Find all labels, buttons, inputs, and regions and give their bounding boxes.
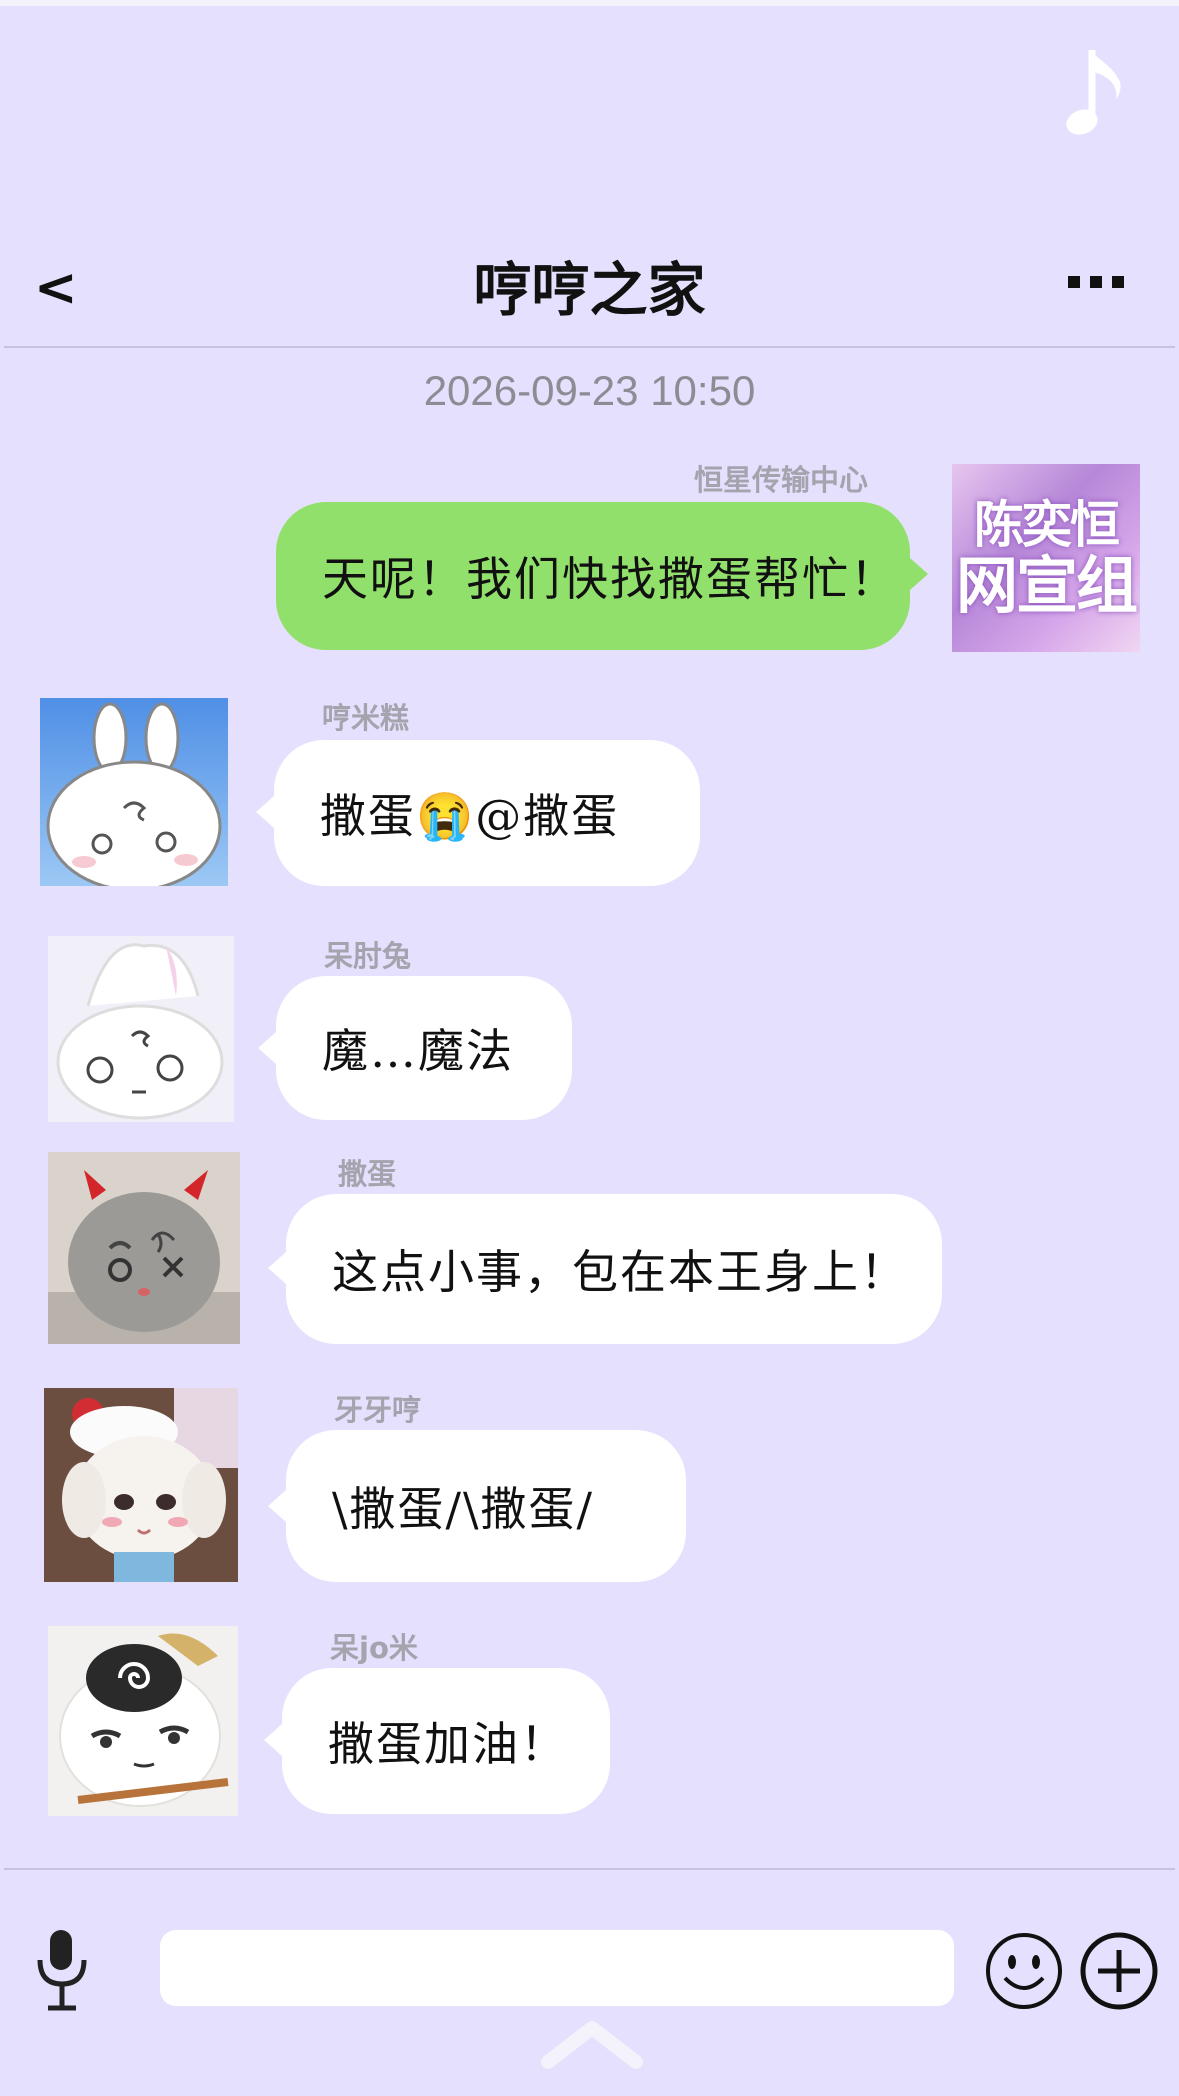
sender-name: 呆肘兔 [324,939,412,973]
composer-divider [4,1868,1175,1870]
poster-text-line1: 陈奕恒 [974,495,1120,554]
message-text: 天呢！我们快找撒蛋帮忙！ [322,552,898,606]
plus-circle-icon[interactable] [1080,1932,1158,2010]
sender-name: 牙牙哼 [334,1393,422,1427]
message-bubble-received[interactable]: 这点小事，包在本王身上！ [286,1194,942,1344]
sender-name: 哼米糕 [322,701,410,735]
bubble-tail [264,1724,282,1756]
dot-icon [1068,276,1080,288]
message-text: 撒蛋加油！ [328,1717,568,1771]
status-bar-strip [0,0,1179,6]
message-text: 魔…魔法 [322,1024,514,1078]
poster-text-line2: 网宣组 [955,549,1138,622]
bubble-tail [910,558,928,590]
smiley-icon[interactable] [985,1932,1063,2010]
more-options-button[interactable] [1068,270,1126,294]
message-timestamp: 2026-09-23 10:50 [423,367,756,414]
message-bubble-sent[interactable]: 天呢！我们快找撒蛋帮忙！ [276,502,910,650]
avatar-bunny[interactable] [40,698,228,886]
message-text: \撒蛋/\撒蛋/ [332,1482,594,1536]
chevron-up-icon[interactable] [540,2018,644,2070]
message-text: 这点小事，包在本王身上！ [332,1245,908,1299]
bubble-tail [268,1490,286,1522]
avatar-devil-plush[interactable] [48,1152,240,1344]
avatar-group-poster[interactable]: 陈奕恒 网宣组 [952,464,1140,652]
message-input[interactable] [160,1930,954,2006]
sender-name: 呆jo米 [330,1631,418,1665]
avatar-chef-bunny[interactable] [48,936,234,1122]
message-text: 撒蛋😭@撒蛋 [320,789,620,843]
message-bubble-received[interactable]: \撒蛋/\撒蛋/ [286,1430,686,1582]
avatar-swirl-plush[interactable] [48,1626,238,1816]
message-bubble-received[interactable]: 魔…魔法 [276,976,572,1120]
music-note-icon[interactable] [1062,46,1126,142]
message-bubble-received[interactable]: 撒蛋加油！ [282,1668,610,1814]
header-divider [4,346,1175,348]
bubble-tail [256,796,274,828]
bubble-tail [268,1252,286,1284]
sender-name: 撒蛋 [338,1157,397,1191]
dot-icon [1090,276,1102,288]
sender-name: 恒星传输中心 [694,463,869,497]
dot-icon [1112,276,1124,288]
message-bubble-received[interactable]: 撒蛋😭@撒蛋 [274,740,700,886]
page-title: 哼哼之家 [473,256,706,324]
avatar-puppy-plush[interactable] [44,1388,238,1582]
bubble-tail [258,1032,276,1064]
microphone-icon[interactable] [36,1930,88,2014]
